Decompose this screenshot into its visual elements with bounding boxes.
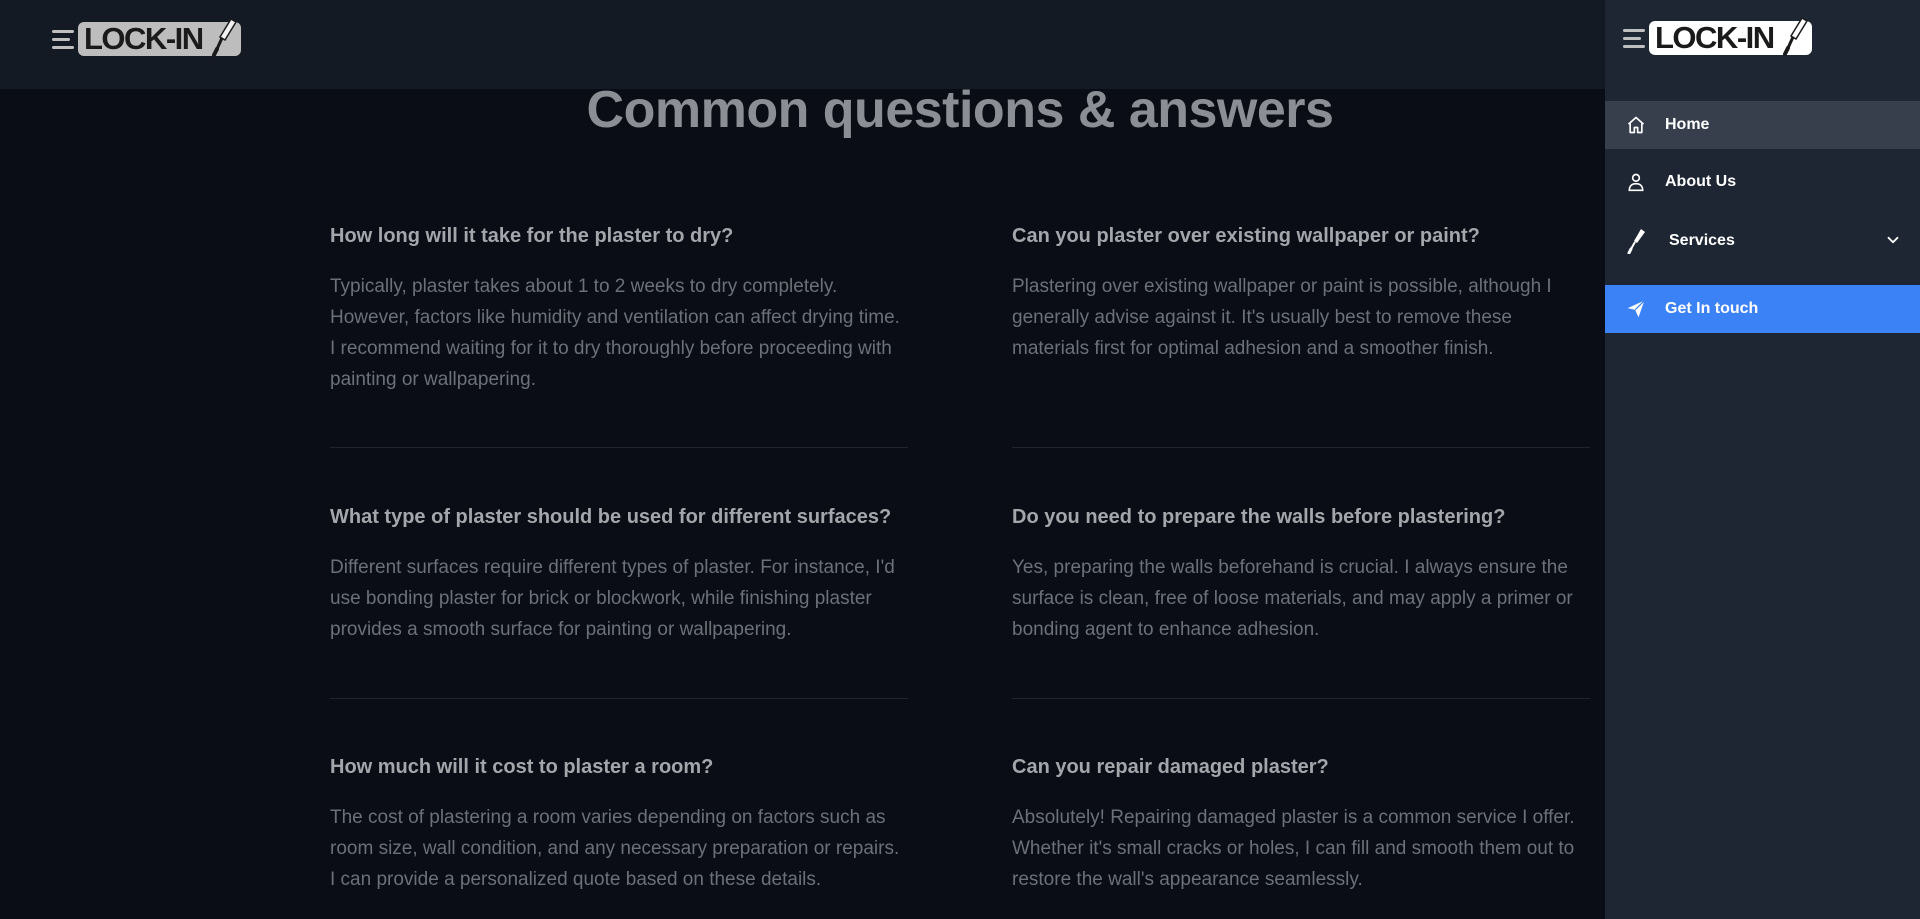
send-icon [1625, 298, 1647, 320]
faq-answer: Absolutely! Repairing damaged plaster is… [1012, 807, 1575, 890]
speed-lines-icon [52, 29, 74, 49]
faq-question: How much will it cost to plaster a room? [330, 756, 714, 778]
faq-question: What type of plaster should be used for … [330, 506, 892, 528]
chevron-down-icon[interactable] [1884, 231, 1902, 249]
faq-divider [330, 447, 908, 448]
faq-divider [1012, 698, 1590, 699]
faq-item: Can you repair damaged plaster? Absolute… [1012, 754, 1590, 895]
logo-text: LOCK-IN [1649, 16, 1812, 56]
nav-item-label: Get In touch [1665, 300, 1759, 317]
faq-item: How much will it cost to plaster a room?… [330, 754, 908, 895]
site-logo[interactable]: LOCK-IN [52, 17, 241, 57]
faq-section-title: Common questions & answers [586, 81, 1334, 139]
faq-item: Do you need to prepare the walls before … [1012, 504, 1590, 645]
faq-divider [330, 698, 908, 699]
nav-item-label: Services [1669, 232, 1735, 249]
nav-item-services[interactable]: Services [1605, 217, 1920, 265]
nav-item-about-us[interactable]: About Us [1605, 158, 1920, 206]
get-in-touch-button[interactable]: Get In touch [1605, 285, 1920, 333]
faq-answer: Different surfaces require different typ… [330, 557, 895, 640]
top-header: LOCK-IN [0, 0, 1605, 89]
faq-question: How long will it take for the plaster to… [330, 225, 734, 247]
trowel-icon [211, 17, 237, 57]
faq-divider [1012, 447, 1590, 448]
faq-answer: Typically, plaster takes about 1 to 2 we… [330, 276, 900, 390]
logo-text: LOCK-IN [78, 17, 241, 57]
faq-item: Can you plaster over existing wallpaper … [1012, 223, 1590, 364]
faq-answer: The cost of plastering a room varies dep… [330, 807, 900, 890]
faq-answer: Yes, preparing the walls beforehand is c… [1012, 557, 1573, 640]
faq-item: What type of plaster should be used for … [330, 504, 908, 645]
faq-question: Can you plaster over existing wallpaper … [1012, 225, 1480, 247]
faq-item: How long will it take for the plaster to… [330, 223, 908, 395]
faq-question: Do you need to prepare the walls before … [1012, 506, 1506, 528]
nav-item-label: About Us [1665, 173, 1737, 190]
trowel-icon [1625, 229, 1647, 254]
user-icon [1625, 171, 1647, 193]
faq-answer: Plastering over existing wallpaper or pa… [1012, 276, 1552, 359]
drawer-logo[interactable]: LOCK-IN [1623, 16, 1812, 56]
speed-lines-icon [1623, 28, 1645, 48]
trowel-icon [1782, 16, 1808, 56]
faq-question: Can you repair damaged plaster? [1012, 756, 1329, 778]
